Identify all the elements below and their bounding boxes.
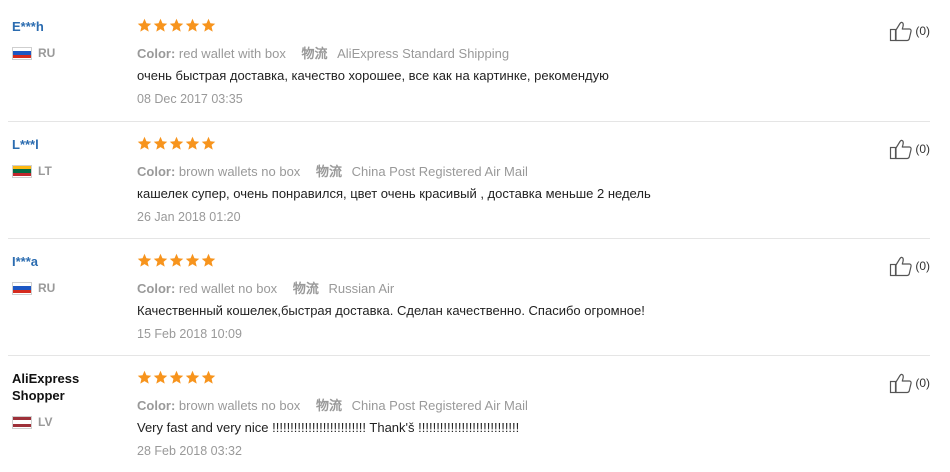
country-code: RU [38,281,56,295]
reviewer-country: LT [12,164,52,178]
country-code: RU [38,46,56,60]
color-value: brown wallets no box [178,398,301,413]
shipping-label: 物流 [292,281,319,296]
star-icon [169,18,184,32]
review-date: 15 Feb 2018 10:09 [137,327,242,341]
color-label: Color: [137,281,176,296]
thumbs-up-icon [890,256,913,277]
helpful-button[interactable]: (0) [889,255,930,277]
star-icon [137,253,152,267]
star-icon [201,370,216,384]
review-text: Very fast and very nice !!!!!!!!!!!!!!!!… [137,420,520,435]
shipping-label: 物流 [315,398,342,413]
shipping-label: 物流 [315,164,342,179]
review-text: кашелек супер, очень понравился, цвет оч… [137,186,651,201]
color-label: Color: [137,398,176,413]
star-rating [137,136,216,151]
flag-icon [12,164,32,178]
color-value: red wallet with box [178,46,286,61]
star-icon [153,370,168,384]
order-info: Color: brown wallets no box 物流 China Pos… [137,395,528,414]
star-icon [137,136,152,150]
reviewer-name: AliExpress Shopper [12,371,80,403]
star-icon [169,136,184,150]
shipping-label: 物流 [301,46,328,61]
thumbs-up-icon [890,373,913,394]
reviewer-name[interactable]: I***a [12,253,38,270]
flag-icon [12,46,32,60]
helpful-count: (0) [915,142,930,156]
review-text: очень быстрая доставка, качество хорошее… [137,68,609,83]
star-icon [137,370,152,384]
shipping-value: China Post Registered Air Mail [351,164,528,179]
color-label: Color: [137,46,176,61]
shipping-value: AliExpress Standard Shipping [337,46,510,61]
star-icon [153,18,168,32]
star-rating [137,253,216,268]
order-info: Color: brown wallets no box 物流 China Pos… [137,161,528,180]
star-icon [185,370,200,384]
helpful-button[interactable]: (0) [889,138,930,160]
order-info: Color: red wallet no box 物流 Russian Air [137,278,394,297]
star-rating [137,18,216,33]
shipping-value: China Post Registered Air Mail [351,398,528,413]
star-icon [185,18,200,32]
order-info: Color: red wallet with box 物流 AliExpress… [137,43,509,62]
helpful-button[interactable]: (0) [889,20,930,42]
review-item: I***a RU Color: red wallet no box 物流 Rus… [8,238,930,355]
review-item: E***h RU Color: red wallet with box 物流 A… [8,4,930,121]
star-icon [201,136,216,150]
helpful-count: (0) [915,376,930,390]
star-icon [153,253,168,267]
flag-icon [12,415,32,429]
review-date: 26 Jan 2018 01:20 [137,210,241,224]
country-code: LT [38,164,52,178]
star-icon [201,18,216,32]
star-icon [169,370,184,384]
thumbs-up-icon [890,21,913,42]
shipping-value: Russian Air [328,281,395,296]
reviewer-country: RU [12,281,55,295]
color-value: brown wallets no box [178,164,301,179]
star-icon [185,253,200,267]
helpful-button[interactable]: (0) [889,372,930,394]
review-item: AliExpress Shopper LV Color: brown walle… [8,355,930,472]
review-date: 28 Feb 2018 03:32 [137,444,242,458]
helpful-count: (0) [915,24,930,38]
helpful-count: (0) [915,259,930,273]
color-label: Color: [137,164,176,179]
review-text: Качественный кошелек,быстрая доставка. С… [137,303,645,318]
star-icon [201,253,216,267]
flag-icon [12,281,32,295]
country-code: LV [38,415,53,429]
star-rating [137,370,216,385]
star-icon [185,136,200,150]
reviewer-name[interactable]: L***l [12,136,39,153]
review-item: L***l LT Color: brown wallets no box 物流 … [8,121,930,238]
thumbs-up-icon [890,139,913,160]
star-icon [137,18,152,32]
reviewer-country: LV [12,415,52,429]
reviewer-name[interactable]: E***h [12,18,44,35]
reviewer-country: RU [12,46,55,60]
star-icon [169,253,184,267]
review-date: 08 Dec 2017 03:35 [137,92,243,106]
color-value: red wallet no box [178,281,278,296]
star-icon [153,136,168,150]
